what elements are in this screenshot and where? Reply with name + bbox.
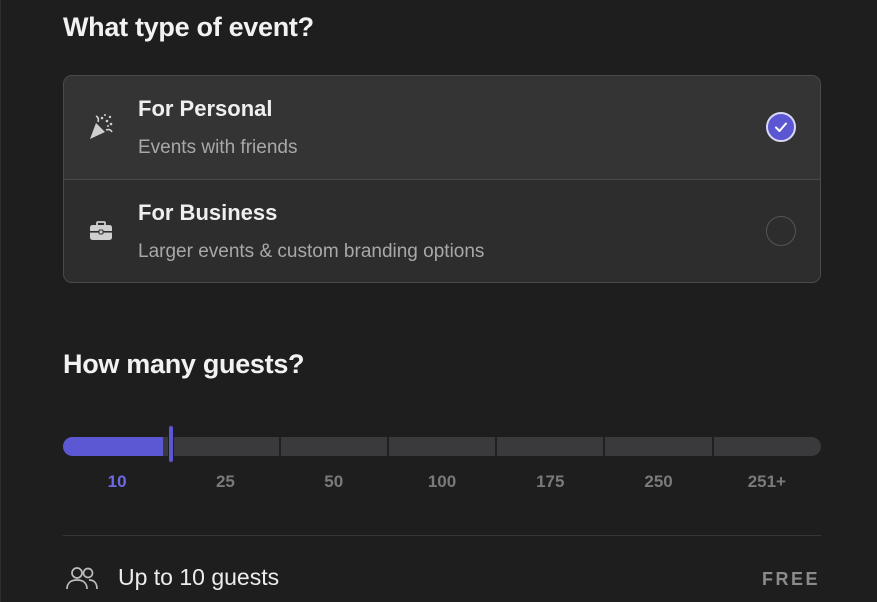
guest-summary: Up to 10 guests (118, 564, 280, 590)
guest-count-slider[interactable] (63, 425, 821, 463)
price-label: FREE (761, 569, 820, 589)
option-business-description: Larger events & custom branding options (138, 241, 485, 262)
option-personal-title: For Personal (138, 96, 273, 121)
users-icon (65, 566, 99, 592)
slider-handle[interactable] (168, 425, 175, 463)
event-type-options: For Personal Events with friends For Bus… (63, 75, 821, 283)
section-divider (63, 535, 821, 536)
option-personal-radio[interactable] (766, 112, 796, 142)
slider-segment-divider (386, 437, 389, 456)
slider-tick-250[interactable]: 250 (619, 472, 699, 492)
slider-fill (63, 437, 164, 456)
option-business-title: For Business (138, 200, 278, 225)
event-setup-page: What type of event? For Personal Events … (0, 0, 877, 602)
slider-tick-50[interactable]: 50 (294, 472, 374, 492)
option-personal-description: Events with friends (138, 137, 298, 158)
slider-tick-10[interactable]: 10 (77, 472, 157, 492)
slider-segment-divider (603, 437, 606, 456)
slider-segment-divider (278, 437, 281, 456)
slider-segment-divider (495, 437, 498, 456)
briefcase-icon (86, 216, 116, 246)
option-personal[interactable]: For Personal Events with friends (64, 76, 820, 179)
slider-tick-251-plus[interactable]: 251+ (727, 472, 807, 492)
slider-segment-divider (711, 437, 714, 456)
slider-tick-100[interactable]: 100 (402, 472, 482, 492)
slider-tick-25[interactable]: 25 (185, 472, 265, 492)
party-popper-icon (86, 112, 116, 142)
guests-heading: How many guests? (63, 349, 305, 379)
checkmark-icon (773, 119, 789, 135)
event-type-heading: What type of event? (63, 12, 314, 42)
option-business[interactable]: For Business Larger events & custom bran… (64, 179, 820, 282)
slider-track (63, 437, 821, 456)
option-business-radio[interactable] (766, 216, 796, 246)
slider-tick-175[interactable]: 175 (510, 472, 590, 492)
